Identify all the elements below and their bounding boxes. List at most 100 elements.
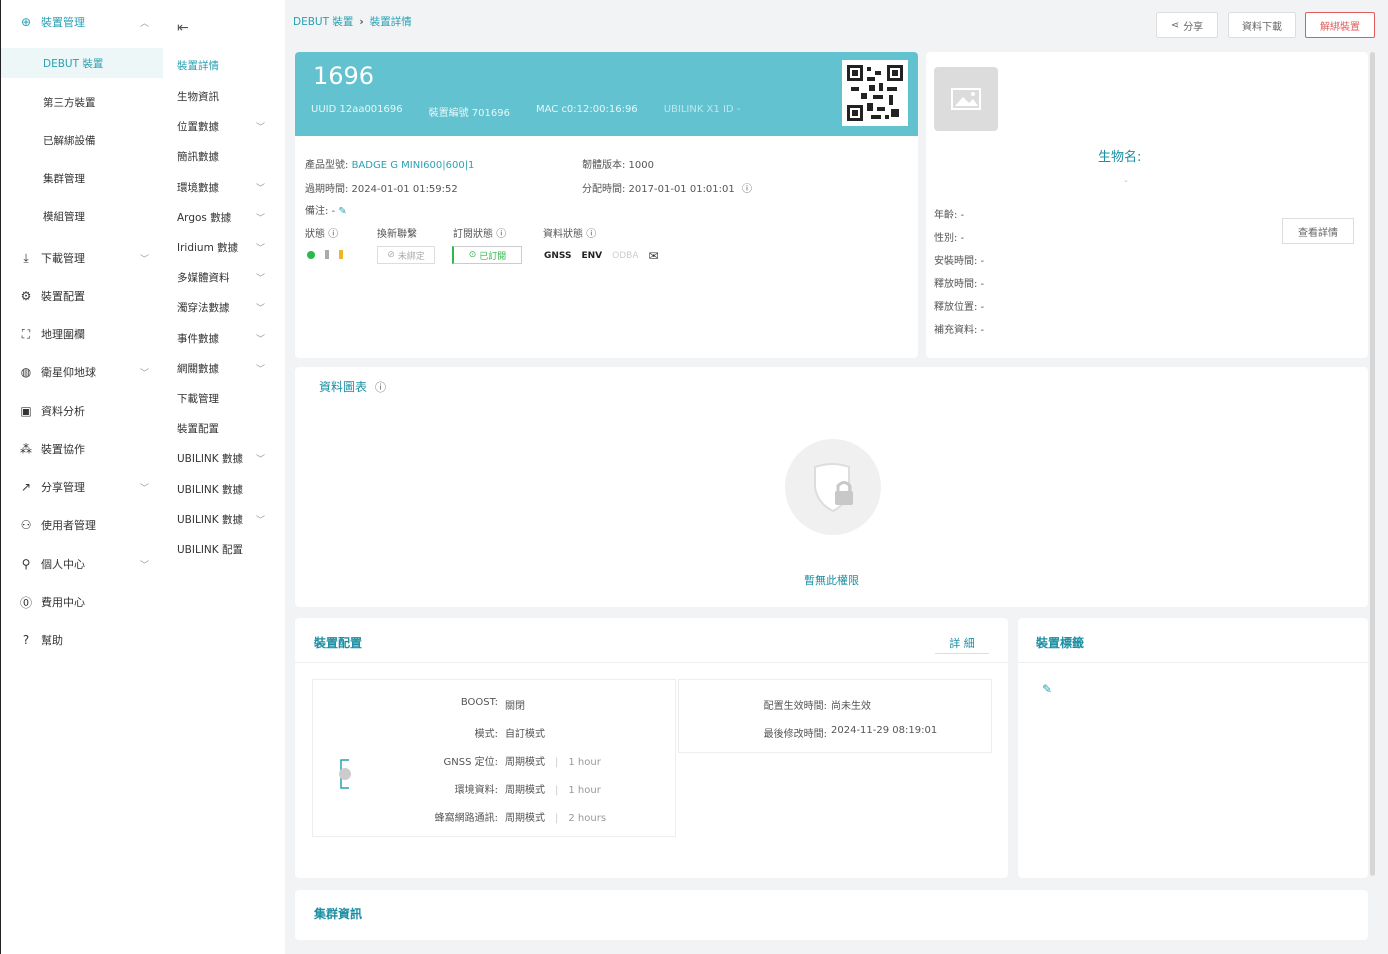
status-label: 狀態 bbox=[305, 229, 325, 240]
sidebar-item-share[interactable]: ↗ 分享管理 ﹀ bbox=[1, 472, 161, 502]
sidebar-item-billing[interactable]: ⓪ 費用中心 bbox=[1, 587, 161, 617]
submenu-item-label: 生物資訊 bbox=[177, 90, 219, 103]
sidebar-item-label: 費用中心 bbox=[41, 596, 85, 609]
boost-key: BOOST: bbox=[461, 697, 498, 708]
sidebar-item-personal[interactable]: ⚲ 個人中心 ﹀ bbox=[1, 549, 161, 579]
status-label-row: 狀態 ⓘ bbox=[305, 225, 338, 240]
sidebar-item-collab[interactable]: ⁂ 裝置協作 bbox=[1, 434, 161, 464]
check-circle-icon: ⊙ bbox=[468, 250, 477, 260]
sidebar-item-label: 已解綁設備 bbox=[43, 134, 96, 147]
env-value-row: 周期模式 | 1 hour bbox=[505, 785, 601, 796]
device-identifiers: UUID 12aa001696 裝置編號 701696 MAC c0:12:00… bbox=[311, 104, 740, 119]
share-button[interactable]: ⋖ 分享 bbox=[1156, 12, 1218, 38]
breadcrumb: DEBUT 裝置 › 裝置詳情 bbox=[293, 14, 412, 29]
submenu-item[interactable]: Argos 數據 ﹀ bbox=[177, 206, 277, 228]
submenu-item[interactable]: UBILINK 數據 bbox=[177, 478, 277, 500]
cellular-interval: 2 hours bbox=[568, 813, 607, 824]
extra-info-text: 補充資料: - bbox=[934, 325, 985, 336]
edit-pencil-icon[interactable]: ✎ bbox=[1042, 682, 1052, 696]
gnss-mode: 周期模式 bbox=[505, 757, 545, 768]
image-placeholder-icon bbox=[934, 67, 998, 131]
sidebar-item-label: 裝置配置 bbox=[41, 290, 85, 303]
submenu-item[interactable]: 多媒體資料 ﹀ bbox=[177, 266, 277, 288]
uuid-text: UUID 12aa001696 bbox=[311, 104, 403, 115]
submenu-item[interactable]: UBILINK 數據 ﹀ bbox=[177, 447, 277, 469]
submenu-item[interactable]: 下載管理 bbox=[177, 387, 277, 409]
model-value: BADGE G MINI600|600|1 bbox=[351, 160, 475, 171]
help-circle-icon[interactable]: ⓘ bbox=[328, 229, 338, 240]
submenu-item[interactable]: 濁穿法數據 ﹀ bbox=[177, 296, 277, 318]
expire-time-text: 過期時間: 2024-01-01 01:59:52 bbox=[305, 184, 458, 195]
submenu-item[interactable]: 位置數據 ﹀ bbox=[177, 115, 277, 137]
help-circle-icon[interactable]: ⓘ bbox=[496, 229, 506, 240]
chevron-down-icon: ﹀ bbox=[139, 368, 149, 379]
no-permission-text: 暫無此權限 bbox=[804, 574, 859, 587]
sidebar-item-debut-device[interactable]: DEBUT 裝置 bbox=[1, 48, 163, 78]
data-status-tags: GNSS ENV ODBA ✉ bbox=[544, 249, 659, 263]
submenu-item[interactable]: 生物資訊 bbox=[177, 85, 277, 107]
sidebar-item-label: 模組管理 bbox=[43, 210, 85, 223]
firmware-text: 韌體版本: 1000 bbox=[582, 160, 654, 171]
submenu-item[interactable]: UBILINK 數據 ﹀ bbox=[177, 508, 277, 530]
page-scrollbar[interactable] bbox=[1370, 52, 1375, 876]
sidebar-item-analysis[interactable]: ▣ 資料分析 bbox=[1, 396, 161, 426]
sidebar-item-label: 個人中心 bbox=[41, 558, 85, 571]
effective-time-label: 配置生效時間: bbox=[763, 701, 827, 712]
download-data-button[interactable]: 資料下載 bbox=[1228, 12, 1296, 38]
chevron-down-icon: ﹀ bbox=[255, 364, 265, 375]
cellular-value-row: 周期模式 | 2 hours bbox=[505, 813, 607, 824]
qr-code-icon[interactable] bbox=[842, 60, 908, 126]
status-indicators bbox=[307, 250, 343, 259]
submenu-item[interactable]: 網關數據 ﹀ bbox=[177, 357, 277, 379]
animal-info-card: 生物名: - 年齡: - 性別: - 安裝時間: - 釋放時間: - 釋放位置:… bbox=[926, 52, 1368, 358]
help-circle-icon[interactable]: ⓘ bbox=[586, 229, 596, 240]
chevron-down-icon: ﹀ bbox=[255, 334, 265, 345]
link-status-badge: ⊘ 未綁定 bbox=[377, 246, 435, 264]
submenu-item-label: UBILINK 配置 bbox=[177, 543, 244, 556]
submenu-item-label: 位置數據 bbox=[177, 120, 219, 133]
config-detail-button[interactable]: 詳 細 bbox=[935, 632, 989, 654]
sidebar-item-users[interactable]: ⚇ 使用者管理 bbox=[1, 510, 161, 540]
sidebar-item-cluster[interactable]: 集群管理 bbox=[1, 163, 163, 193]
unbind-label: 解綁裝置 bbox=[1320, 21, 1360, 33]
sidebar-item-device-management[interactable]: ⊕ 裝置管理 ︿ bbox=[1, 7, 161, 37]
submenu-item[interactable]: 裝置詳情 bbox=[177, 54, 277, 76]
collapse-menu-icon[interactable]: ⇤ bbox=[177, 20, 189, 36]
submenu-item[interactable]: Iridium 數據 ﹀ bbox=[177, 236, 277, 258]
collab-icon: ⁂ bbox=[20, 442, 32, 456]
sidebar-item-download[interactable]: ⤓ 下載管理 ﹀ bbox=[1, 243, 161, 273]
check-circle-icon: ⊘ bbox=[387, 250, 395, 260]
submenu-item-label: 網關數據 bbox=[177, 362, 219, 375]
submenu-item[interactable]: 裝置配置 bbox=[177, 417, 277, 439]
unbind-device-button[interactable]: 解綁裝置 bbox=[1305, 12, 1375, 38]
online-status-icon bbox=[307, 250, 315, 259]
help-circle-icon[interactable]: ⓘ bbox=[375, 379, 386, 395]
boost-label: BOOST: bbox=[460, 697, 498, 708]
submenu-item-label: 裝置配置 bbox=[177, 422, 219, 435]
env-label: 環境資料: bbox=[454, 785, 498, 796]
chevron-down-icon: ﹀ bbox=[255, 183, 265, 194]
subscription-status-badge: ⊙ 已訂閱 bbox=[452, 246, 522, 264]
sidebar-item-geofence[interactable]: ⛶ 地理圍欄 bbox=[1, 319, 161, 349]
sidebar-item-label: 使用者管理 bbox=[41, 519, 96, 532]
data-status-label-row: 資料狀態 ⓘ bbox=[543, 225, 596, 240]
sidebar-item-help[interactable]: ? 幫助 bbox=[1, 625, 161, 655]
submenu-item[interactable]: 簡訊數據 bbox=[177, 145, 277, 167]
submenu-item[interactable]: 事件數據 ﹀ bbox=[177, 327, 277, 349]
submenu-item[interactable]: UBILINK 配置 bbox=[177, 538, 277, 560]
chevron-right-icon: › bbox=[359, 15, 364, 28]
view-detail-button[interactable]: 查看詳情 bbox=[1282, 218, 1354, 244]
device-config-card: 裝置配置 詳 細 BOOST: 關閉 模式: 自訂模式 GNSS 定位: 周期模… bbox=[295, 618, 1008, 878]
sidebar-item-config[interactable]: ⚙ 裝置配置 bbox=[1, 281, 161, 311]
submenu-item[interactable]: 環境數據 ﹀ bbox=[177, 176, 277, 198]
sidebar-item-globe[interactable]: ◍ 衛星仰地球 ﹀ bbox=[1, 357, 161, 387]
help-circle-icon[interactable]: ⓘ bbox=[742, 184, 752, 195]
breadcrumb-item[interactable]: DEBUT 裝置 bbox=[293, 14, 353, 29]
sidebar-item-module[interactable]: 模組管理 bbox=[1, 201, 163, 231]
mail-icon[interactable]: ✉ bbox=[649, 249, 659, 263]
sidebar-item-unbound[interactable]: 已解綁設備 bbox=[1, 125, 163, 155]
sidebar-item-third-party[interactable]: 第三方裝置 bbox=[1, 87, 163, 117]
no-permission-icon bbox=[785, 439, 881, 535]
edit-pencil-icon[interactable]: ✎ bbox=[338, 206, 346, 217]
main-sidebar: ⊕ 裝置管理 ︿ DEBUT 裝置 第三方裝置 已解綁設備 集群管理 模組管理 … bbox=[0, 0, 165, 954]
